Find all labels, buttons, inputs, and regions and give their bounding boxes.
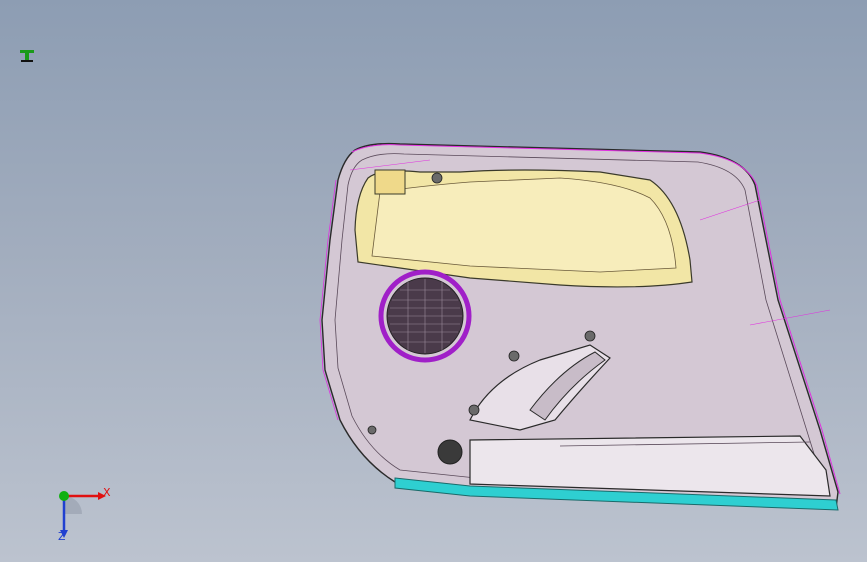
door-panel-model[interactable] [0, 0, 867, 562]
clip-bracket [374, 169, 406, 195]
armrest-inner [371, 177, 677, 273]
x-axis-label: X [103, 486, 111, 499]
lower-speaker [437, 439, 463, 465]
z-axis-label: Z [58, 530, 66, 543]
cursor-marker-icon[interactable] [18, 48, 36, 64]
cad-viewport[interactable]: X Z [0, 0, 867, 562]
